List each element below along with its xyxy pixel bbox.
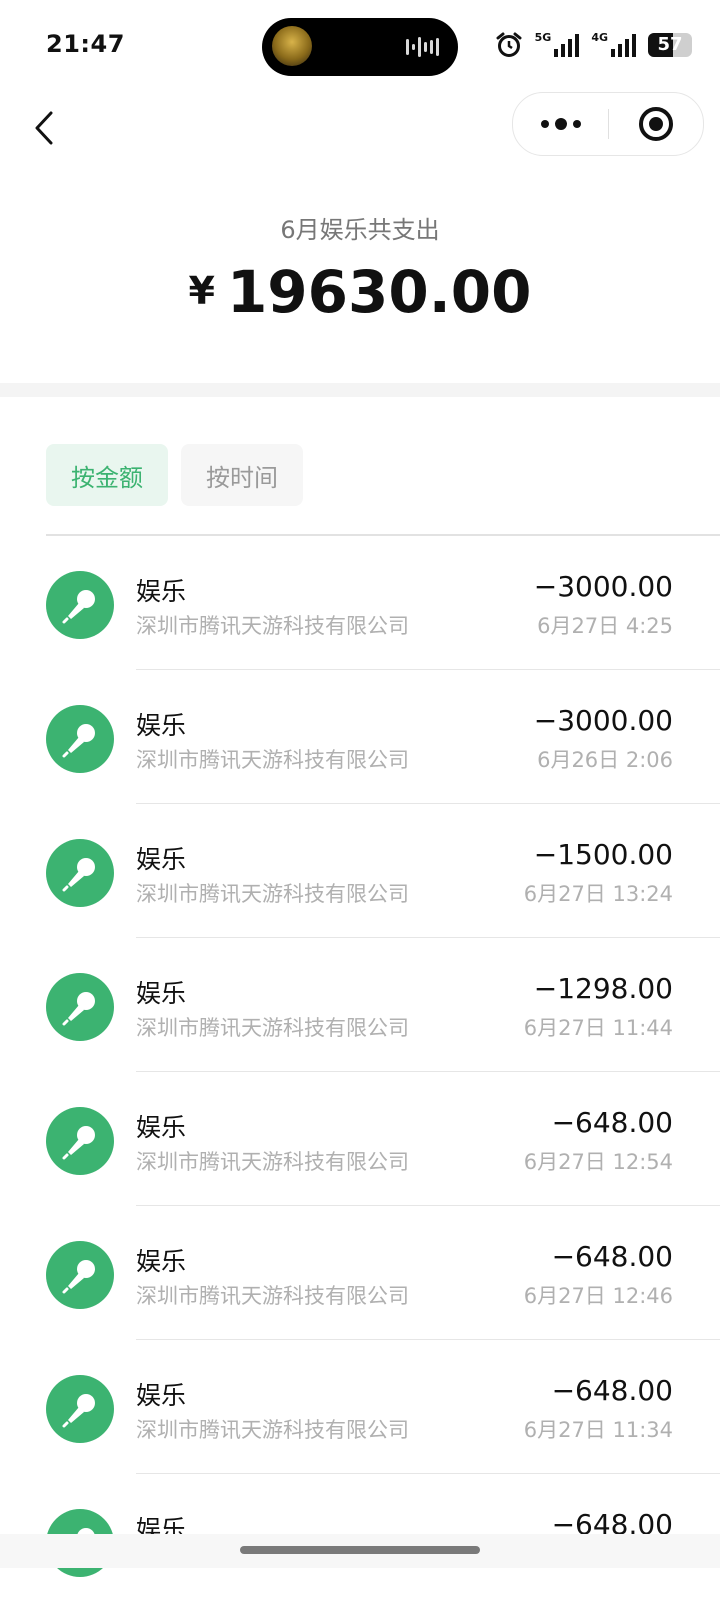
back-button[interactable] [24,106,64,150]
transaction-row[interactable]: 娱乐深圳市腾讯天游科技有限公司 −648.00 6月27日 12:46 [0,1206,720,1340]
close-target-icon [639,107,673,141]
transaction-row[interactable]: 娱乐深圳市腾讯天游科技有限公司 −1500.00 6月27日 13:24 [0,804,720,938]
battery-icon: 57 [648,33,692,57]
transaction-amount: −1298.00 [533,972,673,1005]
status-time: 21:47 [46,30,125,58]
transaction-list: 娱乐 深圳市腾讯天游科技有限公司 −3000.00 6月27日 4:25 娱乐 深圳市腾讯… [0,536,720,1608]
entertainment-mic-icon [46,1241,114,1309]
tab-sort-by-time[interactable]: 按时间 [181,444,303,506]
transaction-amount: −1500.00 [533,838,673,871]
transaction-title: 娱乐 [136,845,187,874]
entertainment-mic-icon [46,1107,114,1175]
transaction-time: 6月26日 2:06 [537,748,673,772]
audio-wave-icon [406,37,439,57]
transaction-merchant: 深圳市腾讯天游科技有限公司 [136,1150,409,1174]
transaction-title: 娱乐 [136,711,187,740]
alarm-icon [496,32,522,57]
transaction-row[interactable]: 娱乐深圳市腾讯天游科技有限公司 −1298.00 6月27日 11:44 [0,938,720,1072]
transaction-merchant: 深圳市腾讯天游科技有限公司 [136,748,409,772]
transaction-merchant: 深圳市腾讯天游科技有限公司 [136,1284,409,1308]
transaction-time: 6月27日 11:44 [523,1016,673,1040]
status-icons: 5G 4G 57 [495,28,692,62]
currency-symbol: ¥ [188,269,215,313]
transaction-title: 娱乐 [136,979,187,1008]
battery-level: 57 [657,34,683,55]
transaction-amount: −648.00 [551,1374,673,1407]
transaction-title: 娱乐 [136,1247,187,1276]
tab-sort-by-amount[interactable]: 按金额 [46,444,168,506]
transaction-merchant: 深圳市腾讯天游科技有限公司 [136,614,409,638]
transaction-row[interactable]: 娱乐深圳市腾讯天游科技有限公司 −648.00 6月27日 12:54 [0,1072,720,1206]
transaction-time: 6月27日 12:54 [523,1150,673,1174]
transaction-title: 娱乐 [136,1113,187,1142]
transaction-time: 6月27日 13:24 [523,882,673,906]
transaction-time: 6月27日 4:25 [537,614,673,638]
entertainment-mic-icon [46,1375,114,1443]
back-arrow-icon [35,111,53,145]
mini-program-capsule [512,92,704,156]
entertainment-mic-icon [46,571,114,639]
transaction-merchant: 深圳市腾讯天游科技有限公司 [136,882,409,906]
entertainment-mic-icon [46,973,114,1041]
transaction-row[interactable]: 娱乐深圳市腾讯天游科技有限公司 −3000.00 6月26日 2:06 [0,670,720,804]
home-indicator[interactable] [240,1546,480,1554]
transaction-time: 6月27日 12:46 [523,1284,673,1308]
island-music-thumbnail-icon [272,26,312,66]
transaction-row[interactable]: 娱乐深圳市腾讯天游科技有限公司 −648.00 6月27日 11:34 [0,1340,720,1474]
close-button[interactable] [609,93,703,155]
transaction-amount: −3000.00 [533,704,673,737]
transaction-amount: −648.00 [551,1240,673,1273]
entertainment-mic-icon [46,705,114,773]
transaction-merchant: 深圳市腾讯天游科技有限公司 [136,1418,409,1442]
total-amount: 19630.00 [226,258,532,326]
section-divider [0,383,720,397]
summary-total: ¥19630.00 [0,258,720,326]
dynamic-island[interactable] [262,18,458,76]
transaction-title: 娱乐 [136,1381,187,1410]
transaction-title: 娱乐 [136,577,187,606]
transaction-amount: −3000.00 [533,570,673,603]
summary-label: 6月娱乐共支出 [280,216,440,244]
more-dots-icon [540,118,581,130]
more-button[interactable] [513,93,608,155]
transaction-merchant: 深圳市腾讯天游科技有限公司 [136,1016,409,1040]
transaction-row[interactable]: 娱乐深圳市腾讯天游科技有限公司 −3000.00 6月27日 4:25 [0,536,720,670]
entertainment-mic-icon [46,839,114,907]
signal-4g-icon: 4G [591,32,636,58]
transaction-amount: −648.00 [551,1106,673,1139]
signal-5g-icon: 5G [535,32,580,58]
transaction-time: 6月27日 11:34 [523,1418,673,1442]
status-bar: 21:47 5G 4G 57 [0,0,720,90]
